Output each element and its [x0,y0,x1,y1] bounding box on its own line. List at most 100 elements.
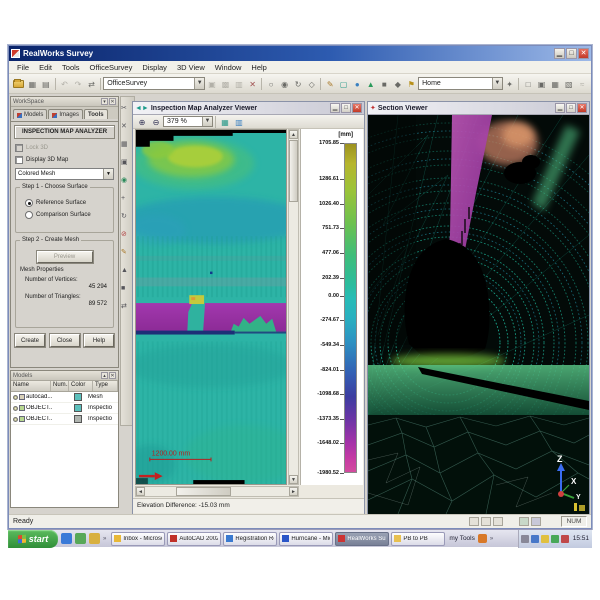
officesurvey-combobox[interactable]: OfficeSurvey ▼ [103,77,205,90]
table-row[interactable]: OBJECT... Inspectio [11,403,118,414]
layout-single-icon[interactable] [469,517,479,526]
internet-explorer-icon[interactable] [61,533,72,544]
diamond-icon[interactable]: ◇ [305,77,319,91]
app-titlebar[interactable]: RealWorks Survey [9,46,591,61]
square-icon[interactable]: ■ [378,77,392,91]
chevron-down-icon[interactable]: ▼ [103,169,113,179]
tray-update-icon[interactable] [541,535,549,543]
menu-window[interactable]: Window [210,63,247,72]
overflow-chevron-icon[interactable]: » [103,536,106,542]
chevron-down-icon[interactable]: ▼ [492,78,502,89]
maximize-icon[interactable] [341,103,351,113]
rotate-icon[interactable]: ↻ [291,77,305,91]
tray-network-icon[interactable] [531,535,539,543]
rows-icon[interactable]: ▥ [232,77,246,91]
mytools-icon[interactable] [478,534,487,543]
zoom-in-icon[interactable]: ⊕ [135,115,149,129]
close-icon[interactable] [577,103,587,113]
scroll-right-icon[interactable]: ► [289,487,298,496]
checkbox-icon[interactable] [15,156,23,164]
table-row[interactable]: OBJECT... Inspectio [11,414,118,425]
flag-icon[interactable]: ⚑ [405,77,419,91]
visibility-icon[interactable] [13,406,18,411]
chevron-down-icon[interactable]: ▼ [194,78,204,89]
link-status-icon[interactable] [531,517,541,526]
inspection-map-canvas[interactable]: 1200.00 mm [135,129,287,485]
hatch-icon[interactable]: ▩ [219,77,233,91]
new-window-icon[interactable]: □ [521,77,535,91]
edit-icon[interactable]: ✎ [121,249,127,256]
map-vertical-scrollbar[interactable]: ▲ ▼ [288,129,299,485]
lock-3d-checkbox-row[interactable]: Lock 3D [15,144,114,152]
quick-launch-icon[interactable] [89,533,100,544]
tile-vertical-icon[interactable]: ▧ [562,77,576,91]
scrollbar-thumb[interactable] [289,140,298,202]
delete-icon[interactable]: ✕ [121,123,127,130]
layout-tile-icon[interactable] [493,517,503,526]
close-icon[interactable]: ✕ [109,98,116,105]
chevron-down-icon[interactable]: ▼ [202,117,212,126]
help-button[interactable]: Help [84,334,114,347]
redo-icon[interactable]: ↷ [71,77,85,91]
section-3d-viewport[interactable]: Z X Y [368,115,589,514]
show-desktop-icon[interactable] [75,533,86,544]
disable-icon[interactable]: ⊘ [121,231,127,238]
menu-edit[interactable]: Edit [34,63,57,72]
speech-icon[interactable]: ○ [264,77,278,91]
pyramid-icon[interactable]: ▲ [364,77,378,91]
display-3d-map-checkbox-row[interactable]: Display 3D Map [15,156,114,164]
taskbar-task-registration[interactable]: Registration Rep... [223,532,277,546]
swap-icon[interactable]: ⇄ [121,303,127,310]
mesh-type-select[interactable]: Colored Mesh ▼ [15,168,114,180]
checkbox-icon[interactable] [15,144,23,152]
menu-file[interactable]: File [12,63,34,72]
visibility-icon[interactable] [13,417,18,422]
models-table-header[interactable]: Name Num... Color Type [11,381,118,392]
overflow-chevron-icon[interactable]: » [490,536,493,542]
scroll-up-icon[interactable]: ▲ [289,130,298,139]
map-horizontal-scrollbar[interactable]: ◄ ► [135,486,299,497]
scroll-left-icon[interactable]: ◄ [136,487,145,496]
minimize-icon[interactable] [554,48,565,59]
start-button[interactable]: start [8,530,58,548]
workspace-panel-titlebar[interactable]: WorkSpace ▾ ✕ [11,97,118,107]
target-icon[interactable]: ◉ [278,77,292,91]
mesh-icon[interactable]: ▣ [121,159,128,166]
radio-icon[interactable] [25,211,33,219]
mesh-grid-icon[interactable]: ▣ [205,77,219,91]
taskbar-task-autocad[interactable]: AutoCAD 2002 [167,532,221,546]
save-icon[interactable]: ▦ [26,77,40,91]
menu-help[interactable]: Help [246,63,271,72]
close-icon[interactable] [578,48,589,59]
cube-icon[interactable]: ■ [121,285,125,292]
tab-models[interactable]: Models [13,109,47,119]
pin-icon[interactable]: ▴ [101,372,108,379]
pin-icon[interactable]: ▾ [101,98,108,105]
maximize-icon[interactable] [566,103,576,113]
cube-icon[interactable]: ▢ [337,77,351,91]
inspection-viewer-titlebar[interactable]: ◄► Inspection Map Analyzer Viewer [133,102,364,115]
home-combobox[interactable]: Home ▼ [418,77,503,90]
scroll-down-icon[interactable]: ▼ [289,475,298,484]
tray-status-icon[interactable] [561,535,569,543]
maximize-icon[interactable] [566,48,577,59]
tile-horizontal-icon[interactable]: ▦ [548,77,562,91]
target-icon[interactable]: ◉ [121,177,127,184]
print-icon[interactable]: ▤ [39,77,53,91]
section-viewer-titlebar[interactable]: ✦ Section Viewer [368,102,589,115]
taskbar-task-folder[interactable]: PB to PB [391,532,445,546]
tab-tools[interactable]: Tools [84,109,108,119]
create-button[interactable]: Create [15,334,45,347]
fit-view-icon[interactable]: ▦ [218,115,232,129]
add-icon[interactable]: + [121,195,125,202]
menu-display[interactable]: Display [137,63,172,72]
comparison-surface-radio-row[interactable]: Comparison Surface [25,211,108,219]
edit-icon[interactable]: ✎ [323,77,337,91]
taskbar-task-inbox[interactable]: Inbox - Microsof... [111,532,165,546]
tray-volume-icon[interactable] [521,535,529,543]
zoom-level-combobox[interactable]: 379 % ▼ [163,116,213,127]
sync-icon[interactable]: ⇄ [85,77,99,91]
wave-icon[interactable]: ≈ [575,77,589,91]
gem-icon[interactable]: ◆ [391,77,405,91]
grid-icon[interactable]: ▦ [121,141,128,148]
